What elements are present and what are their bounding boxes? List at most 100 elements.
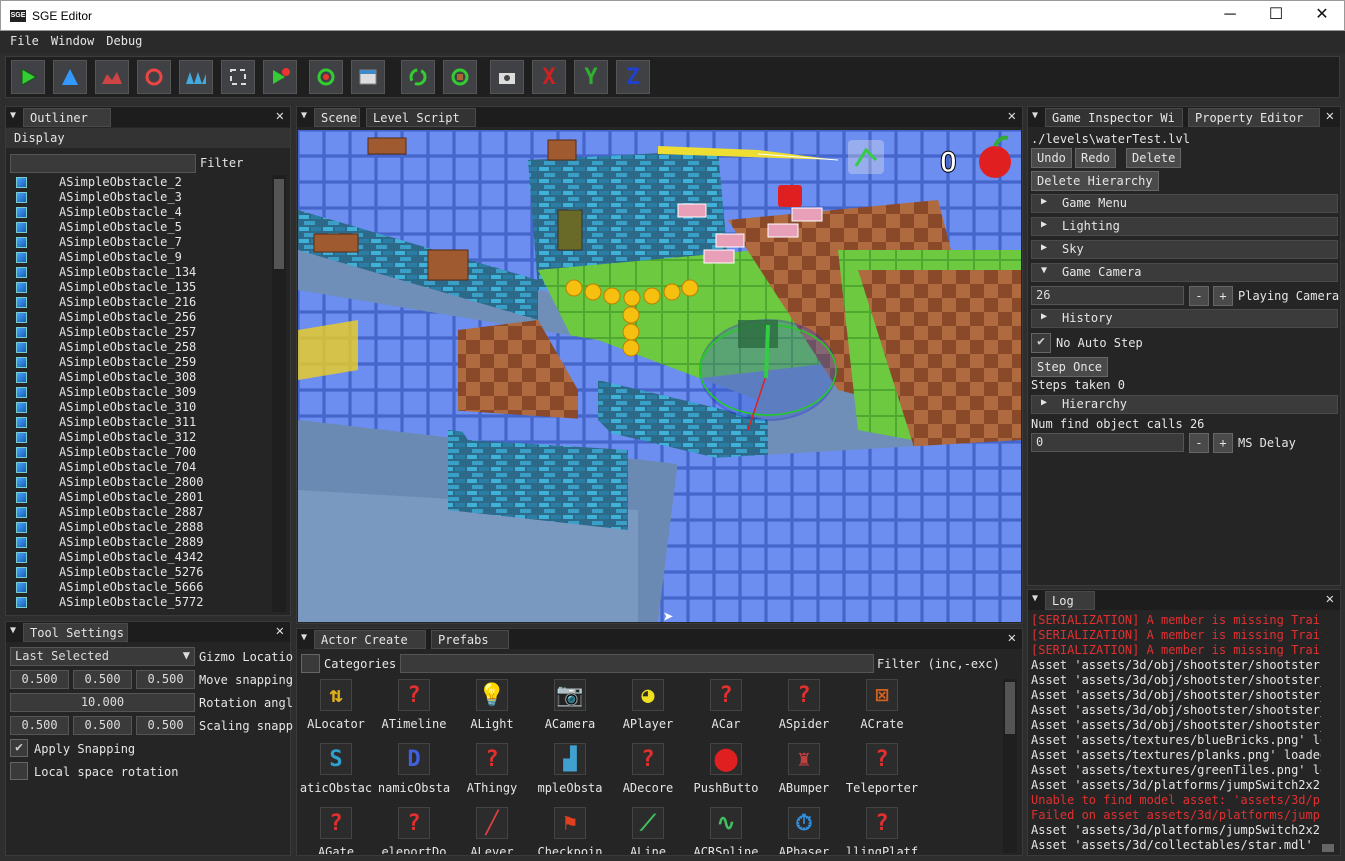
collapse-icon[interactable]: ▼ <box>1032 110 1038 121</box>
section-history[interactable]: ▶ History <box>1031 309 1338 328</box>
actor-item[interactable]: ? ATimeline <box>375 679 453 741</box>
actor-item[interactable]: 📷 ACamera <box>531 679 609 741</box>
menu-debug[interactable]: Debug <box>94 31 142 48</box>
play-icon[interactable] <box>11 60 45 94</box>
outliner-item[interactable]: ASimpleObstacle_7 <box>14 235 278 250</box>
delete-hierarchy-button[interactable]: Delete Hierarchy <box>1031 171 1159 191</box>
outliner-item[interactable]: ASimpleObstacle_700 <box>14 445 278 460</box>
terrain-icon[interactable] <box>95 60 129 94</box>
outliner-item[interactable]: ASimpleObstacle_2801 <box>14 490 278 505</box>
actor-item[interactable]: ? ADecore <box>609 743 687 805</box>
actor-item[interactable]: ? ASpider <box>765 679 843 741</box>
outliner-filter-input[interactable] <box>10 154 196 173</box>
tab-prefabs[interactable]: Prefabs <box>431 630 509 649</box>
actor-item[interactable]: ? eleportDo <box>375 807 453 854</box>
camera-icon[interactable] <box>490 60 524 94</box>
local-space-checkbox[interactable] <box>10 762 28 780</box>
move-snap-y[interactable]: 0.500 <box>73 670 132 689</box>
actor-item[interactable]: ⊠ ACrate <box>843 679 921 741</box>
outliner-item[interactable]: ASimpleObstacle_312 <box>14 430 278 445</box>
no-auto-step-checkbox[interactable]: ✔ <box>1031 333 1051 353</box>
actor-item[interactable]: ? ACar <box>687 679 765 741</box>
apply-snapping-checkbox[interactable]: ✔ <box>10 739 28 757</box>
collapse-icon[interactable]: ▼ <box>301 632 307 643</box>
actor-item[interactable]: DnamicObsta <box>375 743 453 805</box>
redo-button[interactable]: Redo <box>1075 148 1116 168</box>
actor-item[interactable]: SaticObstac <box>297 743 375 805</box>
actor-scroll-thumb[interactable] <box>1005 682 1015 734</box>
collapse-icon[interactable]: ▼ <box>301 110 307 121</box>
outliner-item[interactable]: ASimpleObstacle_2800 <box>14 475 278 490</box>
delay-minus-button[interactable]: - <box>1189 433 1209 453</box>
collapse-icon[interactable]: ▼ <box>1032 593 1038 604</box>
actor-item[interactable]: ? Teleporter <box>843 743 921 805</box>
actor-item[interactable]: ? AThingy <box>453 743 531 805</box>
tab-scene[interactable]: Scene <box>314 108 360 127</box>
tab-game-inspector[interactable]: Game Inspector Wi <box>1045 108 1183 127</box>
close-icon[interactable]: ✕ <box>1326 591 1334 607</box>
actor-item[interactable]: ? llingPlatf <box>843 807 921 854</box>
spikes-icon[interactable] <box>179 60 213 94</box>
x-axis-icon[interactable]: X <box>532 60 566 94</box>
section-game-menu[interactable]: ▶ Game Menu <box>1031 194 1338 213</box>
delay-input[interactable]: 0 <box>1031 433 1184 452</box>
cycle-icon[interactable] <box>401 60 435 94</box>
step-once-button[interactable]: Step Once <box>1031 357 1109 377</box>
actor-item[interactable]: ◕ APlayer <box>609 679 687 741</box>
tab-outliner[interactable]: Outliner <box>23 108 111 127</box>
section-hierarchy[interactable]: ▶ Hierarchy <box>1031 395 1338 414</box>
actor-item[interactable]: 💡 ALight <box>453 679 531 741</box>
delay-plus-button[interactable]: + <box>1213 433 1233 453</box>
scale-snap-z[interactable]: 0.500 <box>136 716 195 735</box>
tab-log[interactable]: Log <box>1045 591 1095 610</box>
close-icon[interactable]: ✕ <box>276 108 284 124</box>
outliner-item[interactable]: ASimpleObstacle_309 <box>14 385 278 400</box>
resize-grip-icon[interactable] <box>1322 844 1334 852</box>
outliner-item[interactable]: ASimpleObstacle_3 <box>14 190 278 205</box>
outliner-item[interactable]: ASimpleObstacle_5666 <box>14 580 278 595</box>
section-lighting[interactable]: ▶ Lighting <box>1031 217 1338 236</box>
move-snap-x[interactable]: 0.500 <box>10 670 69 689</box>
tab-property-editor[interactable]: Property Editor <box>1188 108 1320 127</box>
actor-item[interactable]: ╱ ALever <box>453 807 531 854</box>
scale-snap-y[interactable]: 0.500 <box>73 716 132 735</box>
triangle-icon[interactable] <box>53 60 87 94</box>
collapse-icon[interactable]: ▼ <box>10 110 16 121</box>
rotate-icon[interactable] <box>137 60 171 94</box>
display-header[interactable]: Display <box>6 128 290 148</box>
outliner-item[interactable]: ASimpleObstacle_4 <box>14 205 278 220</box>
outliner-scrollbar[interactable] <box>272 175 286 612</box>
menu-window[interactable]: Window <box>39 31 94 48</box>
scale-snap-x[interactable]: 0.500 <box>10 716 69 735</box>
outliner-item[interactable]: ASimpleObstacle_258 <box>14 340 278 355</box>
outliner-item[interactable]: ASimpleObstacle_135 <box>14 280 278 295</box>
outliner-item[interactable]: ASimpleObstacle_5276 <box>14 565 278 580</box>
outliner-item[interactable]: ASimpleObstacle_259 <box>14 355 278 370</box>
actor-item[interactable]: ⇅ ALocator <box>297 679 375 741</box>
collapse-icon[interactable]: ▼ <box>10 625 16 636</box>
camera-minus-button[interactable]: - <box>1189 286 1209 306</box>
outliner-item[interactable]: ASimpleObstacle_4342 <box>14 550 278 565</box>
tab-tool-settings[interactable]: Tool Settings <box>23 623 128 642</box>
section-game-camera[interactable]: ▼ Game Camera <box>1031 263 1338 282</box>
actor-filter-input[interactable] <box>400 654 874 673</box>
refresh-icon[interactable] <box>309 60 343 94</box>
camera-plus-button[interactable]: + <box>1213 286 1233 306</box>
actor-item[interactable]: ⟋ ALine <box>609 807 687 854</box>
undo-button[interactable]: Undo <box>1031 148 1072 168</box>
outliner-item[interactable]: ASimpleObstacle_134 <box>14 265 278 280</box>
tab-actor-create[interactable]: Actor Create <box>314 630 426 649</box>
delete-button[interactable]: Delete <box>1126 148 1182 168</box>
actor-item[interactable]: ? AGate <box>297 807 375 854</box>
close-icon[interactable]: ✕ <box>1008 630 1016 646</box>
gizmo-location-select[interactable]: Last Selected ▼ <box>10 647 195 666</box>
outliner-item[interactable]: ASimpleObstacle_2889 <box>14 535 278 550</box>
close-icon[interactable]: ✕ <box>1008 108 1016 124</box>
outliner-item[interactable]: ASimpleObstacle_9 <box>14 250 278 265</box>
outliner-item[interactable]: ASimpleObstacle_256 <box>14 310 278 325</box>
z-axis-icon[interactable]: Z <box>616 60 650 94</box>
minimize-icon[interactable]: ─ <box>1207 1 1253 31</box>
menu-file[interactable]: File <box>0 31 39 48</box>
window-icon[interactable] <box>351 60 385 94</box>
reset-icon[interactable] <box>443 60 477 94</box>
